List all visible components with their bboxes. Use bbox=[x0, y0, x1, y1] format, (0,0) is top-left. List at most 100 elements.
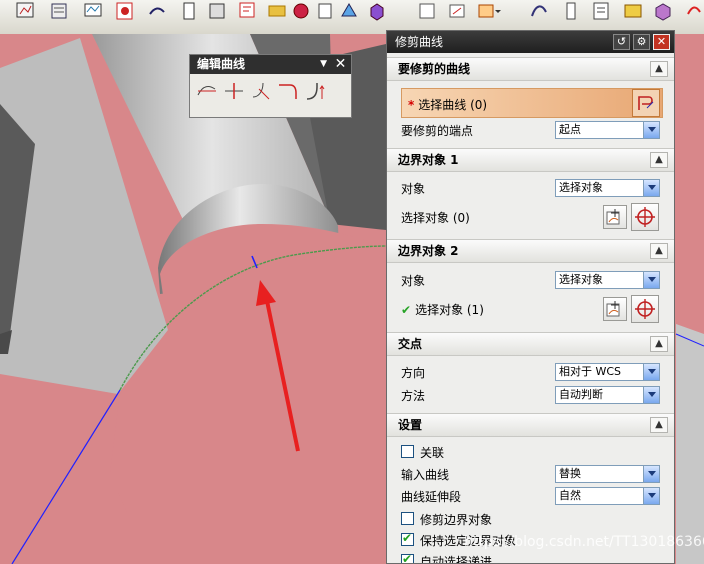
toolbar-icon-20[interactable] bbox=[622, 0, 644, 22]
section-boundary-2[interactable]: 边界对象 2 ▲ bbox=[387, 239, 674, 263]
section-settings[interactable]: 设置 ▲ bbox=[387, 413, 674, 437]
direction-select[interactable]: 相对于 WCS bbox=[555, 363, 660, 381]
toolbar-icon-9[interactable] bbox=[266, 0, 288, 22]
collapse-chevron-icon[interactable]: ▲ bbox=[650, 243, 668, 259]
section-header-boundary-2: 边界对象 2 bbox=[398, 244, 459, 258]
direction-label: 方向 bbox=[401, 366, 426, 380]
trim-boundary-checkbox[interactable] bbox=[401, 512, 414, 525]
crosshair-select-button[interactable] bbox=[631, 295, 659, 323]
toolbar-icon-21[interactable] bbox=[652, 0, 674, 22]
toolbar-icon-3[interactable] bbox=[82, 0, 104, 22]
boundary2-select-row[interactable]: ✔ 选择对象 (1) bbox=[387, 295, 674, 325]
endpoint-row: 要修剪的端点 起点 bbox=[387, 119, 674, 141]
keep-boundary-checkbox[interactable] bbox=[401, 531, 414, 546]
trim-curve-dialog: 修剪曲线 ↺ ⚙ ✕ 要修剪的曲线 ▲ * 选择曲线 (0) 要修剪的端点 起点 … bbox=[386, 30, 675, 564]
divide-curve-icon[interactable] bbox=[276, 79, 300, 103]
toolbar-icon-10[interactable] bbox=[290, 0, 312, 22]
select-curve-button[interactable] bbox=[632, 89, 660, 117]
collapse-chevron-icon[interactable]: ▲ bbox=[650, 417, 668, 433]
section-header-settings: 设置 bbox=[398, 418, 423, 432]
trim-boundary-label: 修剪边界对象 bbox=[420, 513, 493, 527]
toolbar-icon-22[interactable] bbox=[684, 0, 704, 22]
endpoint-label: 要修剪的端点 bbox=[401, 124, 474, 138]
direction-row: 方向 相对于 WCS bbox=[387, 361, 674, 383]
toolbar-icon-6[interactable] bbox=[178, 0, 200, 22]
boundary2-object-select[interactable]: 选择对象 bbox=[555, 271, 660, 289]
auto-select-label: 自动选择递进 bbox=[420, 555, 493, 564]
section-header-curve-to-trim: 要修剪的曲线 bbox=[398, 62, 471, 76]
collapse-chevron-icon[interactable]: ▲ bbox=[650, 152, 668, 168]
toolbar-icon-7[interactable] bbox=[206, 0, 228, 22]
reset-icon[interactable]: ↺ bbox=[613, 34, 630, 50]
section-intersection[interactable]: 交点 ▲ bbox=[387, 332, 674, 356]
section-boundary-1[interactable]: 边界对象 1 ▲ bbox=[387, 148, 674, 172]
input-curve-select[interactable]: 替换 bbox=[555, 465, 660, 483]
chevron-down-icon[interactable] bbox=[643, 364, 659, 380]
toolbar-options-icon[interactable]: ▼ bbox=[320, 55, 327, 74]
dialog-title: 修剪曲线 bbox=[395, 35, 444, 49]
trim-corner-icon[interactable] bbox=[249, 79, 273, 103]
trim-curve-icon[interactable] bbox=[222, 79, 246, 103]
chevron-down-icon[interactable] bbox=[643, 488, 659, 504]
method-select[interactable]: 自动判断 bbox=[555, 386, 660, 404]
chevron-down-icon[interactable] bbox=[643, 387, 659, 403]
boundary1-object-label: 对象 bbox=[401, 182, 426, 196]
checkmark-icon: ✔ bbox=[401, 303, 412, 317]
toolbar-icon-15[interactable] bbox=[446, 0, 468, 22]
section-curve-to-trim[interactable]: 要修剪的曲线 ▲ bbox=[387, 57, 674, 81]
toolbar-icon-16[interactable] bbox=[476, 0, 501, 22]
toolbar-icon-19[interactable] bbox=[590, 0, 612, 22]
extension-row: 曲线延伸段 自然 bbox=[387, 485, 674, 507]
toolbar-icon-18[interactable] bbox=[560, 0, 582, 22]
select-curve-label: 选择曲线 (0) bbox=[418, 98, 488, 112]
associative-checkbox-row[interactable]: 关联 bbox=[401, 442, 661, 462]
close-icon[interactable]: ✕ bbox=[332, 56, 349, 73]
chevron-down-icon[interactable] bbox=[643, 272, 659, 288]
required-star-icon: * bbox=[408, 98, 415, 112]
method-label: 方法 bbox=[401, 389, 426, 403]
boundary1-select-label: 选择对象 (0) bbox=[401, 211, 470, 225]
boundary2-object-label: 对象 bbox=[401, 274, 426, 288]
gear-icon[interactable]: ⚙ bbox=[633, 34, 650, 50]
watermark: https://blog.csdn.net/TT13018636633 bbox=[464, 534, 704, 550]
toolbar-icon-11[interactable] bbox=[314, 0, 336, 22]
edit-arc-length-icon[interactable] bbox=[303, 79, 327, 103]
extension-label: 曲线延伸段 bbox=[401, 490, 462, 504]
input-curve-label: 输入曲线 bbox=[401, 468, 450, 482]
boundary1-select-row[interactable]: 选择对象 (0) bbox=[387, 203, 674, 233]
edit-curve-toolbar-titlebar[interactable]: 编辑曲线 ▼ ✕ bbox=[190, 55, 351, 74]
auto-select-checkbox-row[interactable]: 自动选择递进 bbox=[401, 551, 661, 564]
curve-params-icon[interactable] bbox=[195, 79, 219, 103]
select-curve-row[interactable]: * 选择曲线 (0) bbox=[401, 88, 663, 118]
extension-select[interactable]: 自然 bbox=[555, 487, 660, 505]
toolbar-icon-12[interactable] bbox=[338, 0, 360, 22]
toolbar-icon-8[interactable] bbox=[236, 0, 258, 22]
toolbar-icon-1[interactable] bbox=[14, 0, 36, 22]
point-dialog-button[interactable] bbox=[603, 297, 627, 321]
collapse-chevron-icon[interactable]: ▲ bbox=[650, 61, 668, 77]
toolbar-icon-14[interactable] bbox=[416, 0, 438, 22]
method-row: 方法 自动判断 bbox=[387, 384, 674, 406]
crosshair-select-button[interactable] bbox=[631, 203, 659, 231]
collapse-chevron-icon[interactable]: ▲ bbox=[650, 336, 668, 352]
auto-select-checkbox[interactable] bbox=[401, 552, 414, 563]
section-header-boundary-1: 边界对象 1 bbox=[398, 153, 459, 167]
toolbar-icon-13[interactable] bbox=[366, 0, 388, 22]
toolbar-icon-4[interactable] bbox=[114, 0, 136, 22]
chevron-down-icon[interactable] bbox=[643, 122, 659, 138]
toolbar-icon-2[interactable] bbox=[48, 0, 70, 22]
boundary2-select-label: 选择对象 (1) bbox=[415, 303, 484, 317]
section-header-intersection: 交点 bbox=[398, 337, 423, 351]
chevron-down-icon[interactable] bbox=[643, 180, 659, 196]
edit-curve-toolbar-title: 编辑曲线 bbox=[197, 57, 246, 71]
endpoint-select[interactable]: 起点 bbox=[555, 121, 660, 139]
trim-boundary-checkbox-row[interactable]: 修剪边界对象 bbox=[401, 509, 661, 529]
point-dialog-button[interactable] bbox=[603, 205, 627, 229]
chevron-down-icon[interactable] bbox=[643, 466, 659, 482]
toolbar-icon-5[interactable] bbox=[146, 0, 168, 22]
boundary1-object-select[interactable]: 选择对象 bbox=[555, 179, 660, 197]
close-icon[interactable]: ✕ bbox=[653, 34, 670, 50]
associative-checkbox[interactable] bbox=[401, 445, 414, 458]
dialog-titlebar[interactable]: 修剪曲线 ↺ ⚙ ✕ bbox=[387, 31, 674, 53]
toolbar-icon-17[interactable] bbox=[528, 0, 550, 22]
